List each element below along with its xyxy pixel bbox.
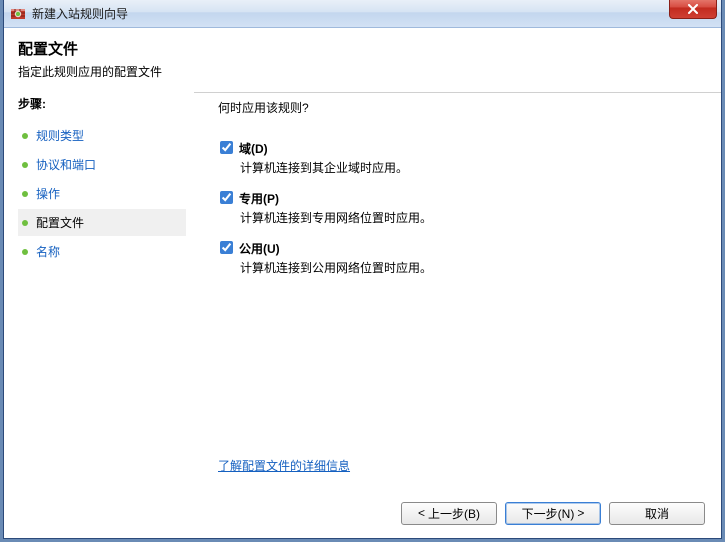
cancel-button[interactable]: 取消 bbox=[609, 502, 705, 525]
step-rule-type[interactable]: 规则类型 bbox=[18, 122, 186, 149]
option-domain: 域(D) 计算机连接到其企业域时应用。 bbox=[218, 140, 701, 176]
bullet-icon bbox=[22, 220, 28, 226]
step-name[interactable]: 名称 bbox=[18, 238, 186, 265]
bullet-icon bbox=[22, 191, 28, 197]
next-button-label: 下一步(N) bbox=[522, 505, 575, 522]
wizard-window: 新建入站规则向导 配置文件 指定此规则应用的配置文件 步骤: 规则类型 协议和端… bbox=[3, 0, 722, 539]
bullet-icon bbox=[22, 133, 28, 139]
option-desc: 计算机连接到其企业域时应用。 bbox=[240, 159, 701, 176]
titlebar: 新建入站规则向导 bbox=[4, 0, 721, 28]
help-link[interactable]: 了解配置文件的详细信息 bbox=[218, 457, 350, 474]
question-text: 何时应用该规则? bbox=[218, 99, 701, 116]
option-title: 公用(U) bbox=[239, 240, 280, 257]
wizard-footer: 上一步(B) 下一步(N) 取消 bbox=[4, 488, 721, 538]
chevron-left-icon bbox=[418, 506, 428, 520]
page-title: 配置文件 bbox=[18, 38, 707, 59]
main-panel: 何时应用该规则? 域(D) 计算机连接到其企业域时应用。 专用(P) 计算机连接… bbox=[194, 85, 721, 488]
steps-heading: 步骤: bbox=[18, 95, 186, 112]
option-title: 专用(P) bbox=[239, 190, 279, 207]
step-protocol-port[interactable]: 协议和端口 bbox=[18, 151, 186, 178]
checkbox-public[interactable] bbox=[220, 241, 233, 254]
option-private: 专用(P) 计算机连接到专用网络位置时应用。 bbox=[218, 190, 701, 226]
wizard-header: 配置文件 指定此规则应用的配置文件 bbox=[4, 28, 721, 93]
option-title: 域(D) bbox=[239, 140, 268, 157]
chevron-right-icon bbox=[574, 506, 584, 520]
step-action[interactable]: 操作 bbox=[18, 180, 186, 207]
step-label: 配置文件 bbox=[36, 214, 84, 231]
steps-sidebar: 步骤: 规则类型 协议和端口 操作 配置文件 名称 bbox=[4, 85, 194, 488]
window-title: 新建入站规则向导 bbox=[32, 5, 128, 22]
step-profile[interactable]: 配置文件 bbox=[18, 209, 186, 236]
wizard-body: 步骤: 规则类型 协议和端口 操作 配置文件 名称 何 bbox=[4, 85, 721, 488]
step-label: 操作 bbox=[36, 185, 60, 202]
option-public: 公用(U) 计算机连接到公用网络位置时应用。 bbox=[218, 240, 701, 276]
step-label: 名称 bbox=[36, 243, 60, 260]
back-button-label: 上一步(B) bbox=[428, 505, 480, 522]
next-button[interactable]: 下一步(N) bbox=[505, 502, 601, 525]
checkbox-domain[interactable] bbox=[220, 141, 233, 154]
close-icon bbox=[687, 4, 699, 14]
step-label: 规则类型 bbox=[36, 127, 84, 144]
option-desc: 计算机连接到专用网络位置时应用。 bbox=[240, 209, 701, 226]
checkbox-private[interactable] bbox=[220, 191, 233, 204]
bullet-icon bbox=[22, 249, 28, 255]
firewall-icon bbox=[10, 6, 26, 22]
page-subtitle: 指定此规则应用的配置文件 bbox=[18, 63, 707, 80]
cancel-button-label: 取消 bbox=[645, 505, 669, 522]
option-desc: 计算机连接到公用网络位置时应用。 bbox=[240, 259, 701, 276]
bullet-icon bbox=[22, 162, 28, 168]
close-button[interactable] bbox=[669, 0, 717, 19]
back-button[interactable]: 上一步(B) bbox=[401, 502, 497, 525]
step-label: 协议和端口 bbox=[36, 156, 96, 173]
